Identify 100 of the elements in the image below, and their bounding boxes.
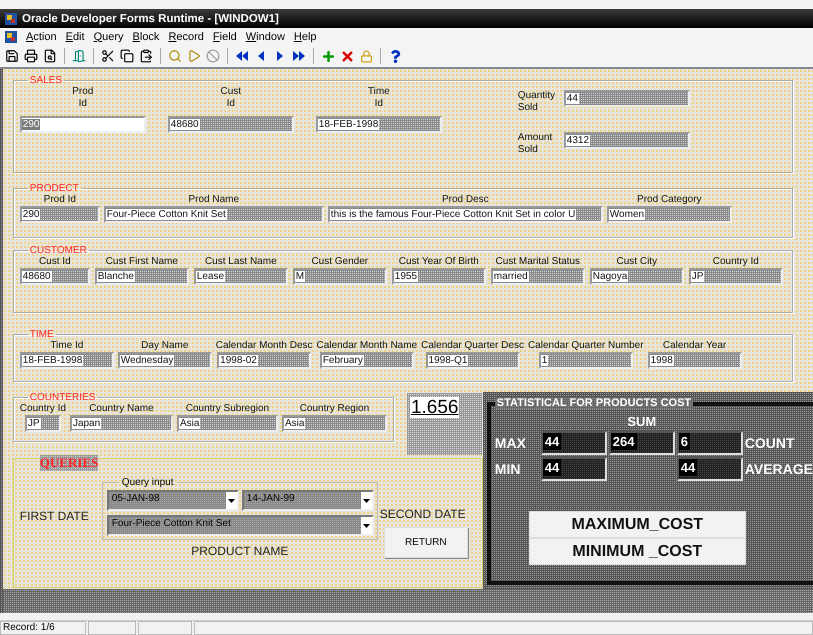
section-title: TIME	[28, 329, 55, 340]
input-field[interactable]: 1998-Q1	[426, 352, 520, 369]
input-field[interactable]: Four-Piece Cotton Knit Set	[104, 206, 324, 223]
plus-icon[interactable]	[320, 48, 336, 64]
menu-item[interactable]: Block	[132, 30, 160, 42]
menu-item[interactable]: Record	[168, 30, 204, 42]
section-title: COUNTERIES	[28, 392, 96, 403]
group-title: Query input	[120, 477, 174, 488]
app-icon	[5, 12, 17, 24]
field-label: Prod Name	[188, 194, 240, 205]
row-label: COUNT	[744, 435, 796, 451]
input-field[interactable]: Blanche	[94, 268, 189, 285]
menu-item[interactable]: Edit	[66, 30, 85, 42]
field-label: Cust Last Name	[204, 256, 277, 267]
input-field[interactable]: this is the famous Four-Piece Cotton Knit Set in color U	[328, 206, 603, 223]
row-label: MAX	[494, 435, 527, 451]
cost-button[interactable]: MINIMUM _COST	[528, 538, 746, 565]
field-label: Country Id	[712, 256, 759, 267]
field-label: Calendar Quarter Number	[528, 340, 644, 351]
section-title: STATISTICAL FOR PRODUCTS COST	[494, 397, 694, 409]
menu-item[interactable]: Field	[212, 30, 237, 42]
input-field[interactable]: Japan	[70, 415, 173, 432]
caret-icon	[362, 524, 370, 528]
field-label: Country Subregion	[186, 403, 270, 414]
value-display: 1.656	[406, 393, 482, 455]
input-field[interactable]: Asia	[282, 415, 387, 432]
field-label: Cust City	[616, 256, 658, 267]
status-record: Record: 1/6	[0, 621, 86, 635]
menu-item[interactable]: Action	[26, 30, 57, 42]
input-field[interactable]: JP	[688, 268, 783, 285]
dropdown[interactable]: 05-JAN-98	[106, 490, 239, 511]
input-field[interactable]: 48680	[168, 116, 294, 133]
field-label: Prod Id	[44, 194, 76, 205]
save-icon[interactable]	[4, 48, 20, 64]
door-icon[interactable]	[71, 48, 87, 64]
field-label: Cust Year Of Birth	[398, 256, 479, 267]
field-label: Cust Id	[38, 256, 71, 267]
cost-button[interactable]: MAXIMUM_COST	[528, 511, 746, 538]
input-field[interactable]: JP	[24, 415, 61, 432]
input-field[interactable]: married	[490, 268, 585, 285]
field-label: Cust Marital Status	[496, 256, 580, 267]
last-icon[interactable]	[291, 48, 307, 64]
input-field[interactable]: 44	[564, 90, 690, 107]
field-label: Cust Gender	[311, 256, 368, 267]
input-field[interactable]: Asia	[176, 415, 278, 432]
input-field[interactable]: 290	[20, 206, 100, 223]
document-search-icon[interactable]	[42, 48, 58, 64]
field-label: Country Id	[20, 403, 66, 414]
field-label: PRODUCT NAME	[191, 544, 288, 558]
field-label: Country Name	[89, 403, 154, 414]
field-label: Calendar Quarter Desc	[421, 340, 524, 351]
input-field[interactable]: 1998	[648, 352, 742, 369]
first-icon[interactable]	[234, 48, 250, 64]
field-label: Quantity Sold	[518, 90, 556, 114]
input-field[interactable]: 18-FEB-1998	[20, 352, 114, 369]
input-field[interactable]: Wednesday	[118, 352, 212, 369]
caret-icon	[228, 498, 235, 502]
field-label: Amount Sold	[518, 132, 552, 156]
input-field[interactable]: Lease	[194, 268, 288, 285]
field-label: Calendar Year	[662, 340, 726, 351]
field-label: Calendar Month Name	[316, 340, 418, 351]
menu-item[interactable]: Window	[246, 30, 285, 42]
output-field: 44	[676, 457, 743, 481]
input-field[interactable]: 1955	[392, 268, 486, 285]
field-label: Time Id	[50, 340, 84, 351]
dropdown[interactable]: 14-JAN-99	[242, 490, 374, 511]
return-button[interactable]: RETURN	[384, 527, 468, 558]
input-field[interactable]: 48680	[20, 268, 90, 285]
input-field[interactable]: 290	[20, 116, 146, 133]
paste-icon[interactable]	[138, 48, 154, 64]
printer-icon[interactable]	[23, 48, 39, 64]
caret-icon	[362, 498, 370, 502]
input-field[interactable]: Nagoya	[590, 268, 684, 285]
field-label: Prod Id	[72, 86, 94, 110]
field-label: Prod Desc	[442, 194, 489, 205]
row-label: AVERAGE	[744, 461, 813, 477]
status-panel	[88, 621, 136, 635]
search-icon[interactable]	[167, 48, 183, 64]
input-field[interactable]: February	[320, 352, 414, 369]
input-field[interactable]: Women	[606, 206, 732, 223]
copy-icon[interactable]	[119, 48, 135, 64]
section-title: PRODECT	[28, 183, 80, 194]
input-field[interactable]: 1998-02	[217, 352, 312, 369]
input-field[interactable]: 18-FEB-1998	[316, 116, 442, 133]
field-label: Prod Category	[637, 194, 702, 205]
field-label: SECOND DATE	[380, 507, 467, 521]
section-title: QUERIES	[40, 455, 98, 471]
input-field[interactable]: 4312	[564, 132, 690, 149]
menu-item[interactable]: Help	[294, 30, 317, 42]
cut-icon[interactable]	[100, 48, 116, 64]
cancel-icon[interactable]	[205, 48, 221, 64]
menu-item[interactable]: Query	[94, 30, 124, 42]
column-header: SUM	[626, 414, 658, 429]
input-field[interactable]: M	[292, 268, 387, 285]
field-label: Country Region	[300, 403, 370, 414]
output-field: 44	[540, 457, 607, 481]
dropdown[interactable]: Four-Piece Cotton Knit Set	[106, 515, 374, 536]
output-field: 6	[676, 431, 743, 455]
input-field[interactable]: 1	[538, 352, 633, 369]
status-panel	[138, 621, 192, 635]
